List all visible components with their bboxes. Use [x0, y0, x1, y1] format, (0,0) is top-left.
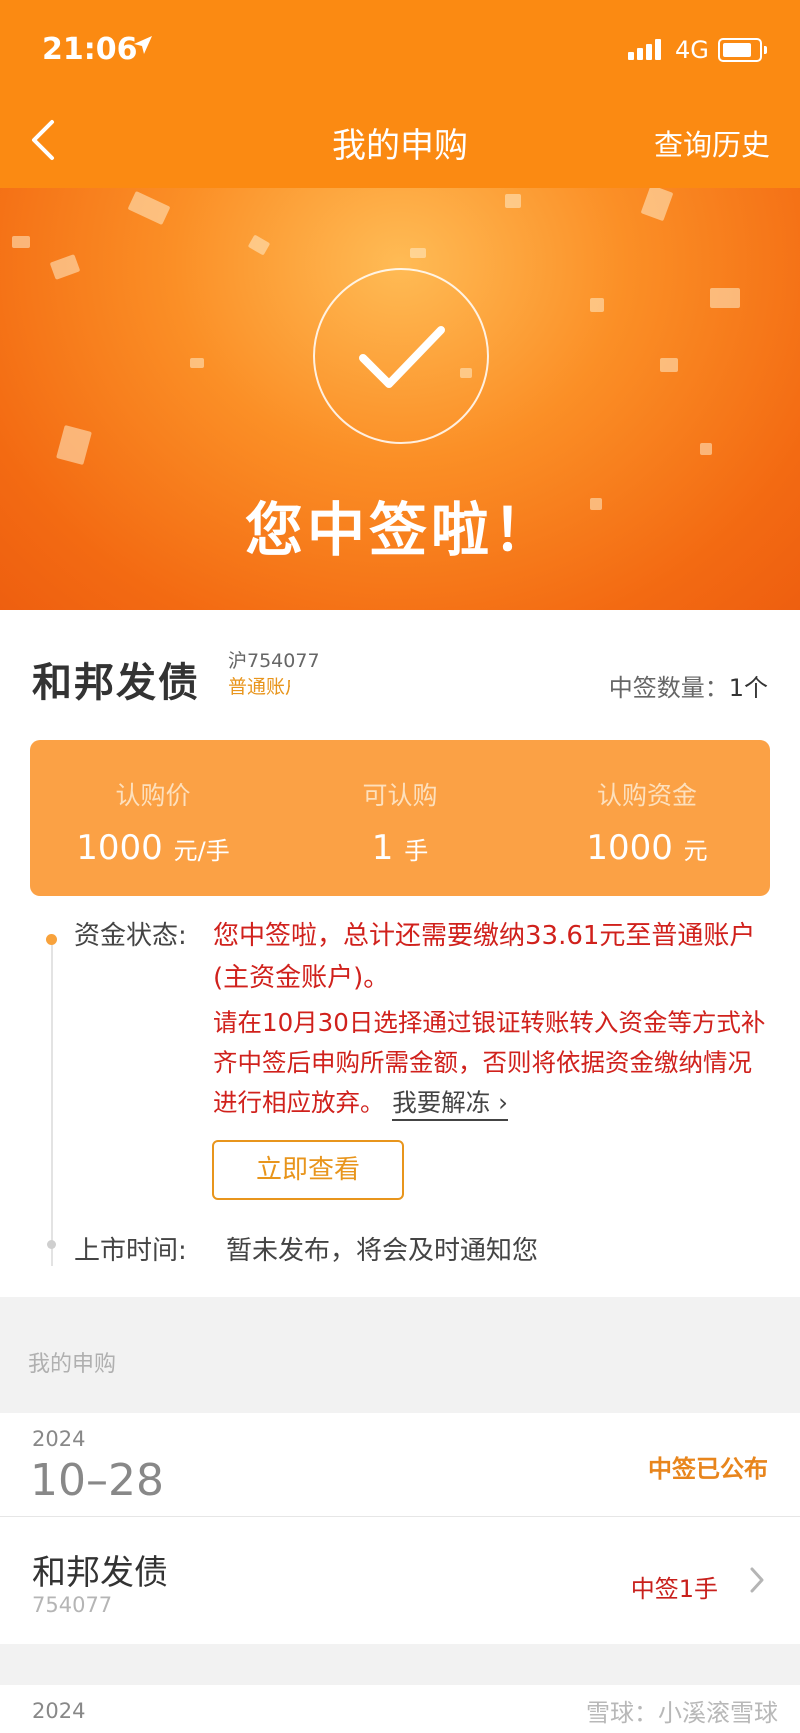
available-column: 可认购 1 手: [277, 740, 523, 868]
available-unit: 手: [404, 837, 429, 865]
price-unit: 元/手: [173, 837, 230, 865]
unfreeze-link[interactable]: 我要解冻 ›: [392, 1088, 508, 1121]
record-status: 中签已公布: [648, 1455, 768, 1483]
price-value: 1000: [76, 828, 163, 868]
timeline-line: [51, 940, 53, 1266]
chevron-right-icon: ›: [498, 1088, 508, 1117]
success-check-ring: [313, 268, 489, 444]
record-date: 10–28: [30, 1455, 164, 1506]
unfreeze-label: 我要解冻: [392, 1088, 491, 1117]
win-count-value: 1个: [728, 674, 768, 702]
signal-icon: [628, 39, 661, 60]
confetti: [127, 190, 171, 226]
network-type: 4G: [675, 36, 709, 64]
confetti: [640, 188, 674, 222]
record-date-row: 2024 雪球：小溪滚雪球: [0, 1685, 800, 1733]
confetti: [410, 248, 426, 258]
location-arrow-icon: [134, 36, 152, 54]
confetti: [660, 358, 678, 372]
query-history-button[interactable]: 查询历史: [654, 122, 770, 164]
record-year: 2024: [32, 1427, 86, 1451]
win-count: 中签数量：1个: [609, 668, 768, 703]
record-name: 和邦发债: [32, 1553, 168, 1593]
battery-icon: [718, 38, 767, 62]
fund-status-label: 资金状态:: [74, 921, 187, 951]
available-value: 1: [371, 828, 394, 868]
confetti: [247, 234, 271, 256]
confetti: [710, 288, 740, 308]
status-time: 21:06: [42, 32, 138, 67]
listing-time-label: 上市时间:: [74, 1236, 187, 1266]
view-now-button[interactable]: 立即查看: [212, 1140, 404, 1200]
confetti: [190, 358, 204, 368]
funds-value: 1000: [586, 828, 673, 868]
listing-time-text: 暂未发布，将会及时通知您: [226, 1236, 539, 1266]
record-date-row: 2024 10–28 中签已公布: [0, 1413, 800, 1517]
funds-label: 认购资金: [596, 781, 697, 810]
watermark: 雪球：小溪滚雪球: [586, 1699, 778, 1727]
account-redaction: [290, 668, 502, 696]
fund-status-text: 您中签啦，总计还需要缴纳33.61元至普通账户(主资金账户)。: [213, 921, 756, 993]
chevron-right-icon: [750, 1567, 764, 1593]
fund-status-note: 请在10月30日选择通过银证转账转入资金等方式补齐中签后申购所需金额，否则将依据…: [213, 1003, 773, 1123]
confetti: [56, 424, 92, 466]
funds-unit: 元: [683, 837, 708, 865]
available-label: 可认购: [362, 781, 438, 810]
price-summary: 认购价 1000 元/手 可认购 1 手 认购资金 1000 元: [30, 740, 770, 896]
success-message: 您中签啦！: [244, 496, 555, 564]
confetti: [49, 254, 81, 280]
timeline-dot: [47, 1240, 56, 1249]
win-count-label: 中签数量：: [608, 674, 729, 702]
confetti: [505, 194, 521, 208]
section-title: 我的申购: [28, 1352, 117, 1377]
subscription-card: 和邦发债 沪754077 普通账户 A270011267 中签数量：1个 认购价…: [0, 610, 800, 1297]
check-icon: [359, 326, 445, 388]
price-label: 认购价: [115, 781, 191, 810]
stock-name: 和邦发债: [32, 660, 200, 706]
success-banner: 您中签啦！: [0, 188, 800, 610]
timeline-dot-active: [46, 934, 57, 945]
record-item[interactable]: 和邦发债 754077 中签1手: [0, 1517, 800, 1644]
price-column: 认购价 1000 元/手: [30, 740, 276, 868]
confetti: [700, 443, 712, 455]
confetti: [12, 236, 30, 248]
funds-column: 认购资金 1000 元: [524, 740, 770, 868]
confetti: [590, 298, 604, 312]
app-header: 21:06 4G 我的申购 查询历史: [0, 0, 800, 188]
record-year: 2024: [32, 1699, 86, 1723]
record-result: 中签1手: [630, 1575, 718, 1603]
record-code: 754077: [32, 1593, 113, 1617]
